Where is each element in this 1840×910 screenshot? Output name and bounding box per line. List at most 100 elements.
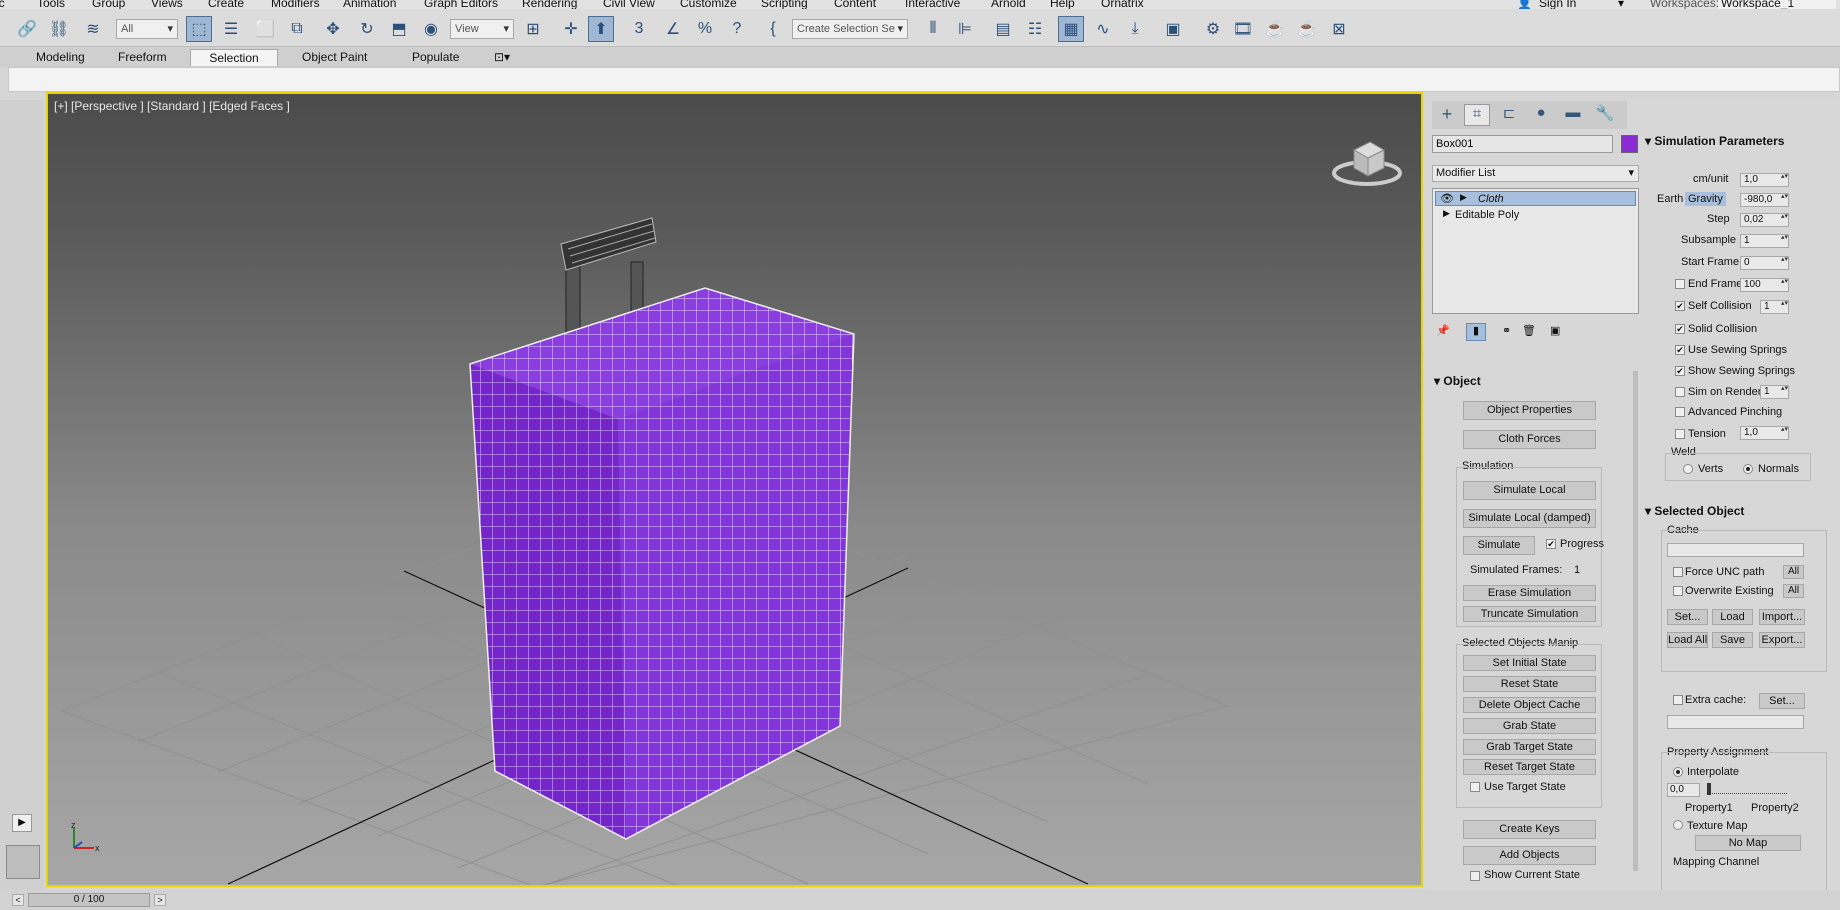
select-manipulate-icon[interactable]: ✛	[558, 16, 584, 42]
create-keys-button[interactable]: Create Keys	[1463, 820, 1596, 839]
object-properties-button[interactable]: Object Properties	[1463, 401, 1596, 420]
named-selection-dropdown[interactable]: Create Selection Se	[792, 19, 908, 39]
edit-named-selection-icon[interactable]: {	[760, 16, 786, 42]
render-production-icon[interactable]: ☕	[1262, 16, 1288, 42]
angle-snap-icon[interactable]: ∠	[660, 16, 686, 42]
modifier-list-dropdown[interactable]: Modifier List ▾	[1432, 165, 1639, 182]
trash-icon[interactable]: 🗑	[1522, 324, 1536, 337]
cache-load-all-button[interactable]: Load All	[1667, 632, 1708, 648]
step-spinner[interactable]: 0,02	[1740, 213, 1789, 227]
cache-import-button[interactable]: Import...	[1759, 609, 1805, 625]
delete-object-cache-button[interactable]: Delete Object Cache	[1463, 697, 1596, 713]
cache-save-button[interactable]: Save	[1712, 632, 1753, 648]
sim-on-render-checkbox[interactable]	[1675, 387, 1685, 397]
erase-simulation-button[interactable]: Erase Simulation	[1463, 585, 1596, 601]
texture-map-radio[interactable]	[1673, 820, 1683, 830]
render-active-icon[interactable]: ☕	[1294, 16, 1320, 42]
self-collision-spinner[interactable]: 1	[1760, 300, 1789, 314]
rendered-frame-window-icon[interactable]: 🎞	[1230, 16, 1256, 42]
tension-spinner[interactable]: 1,0	[1740, 426, 1789, 440]
self-collision-checkbox[interactable]: ✔	[1675, 301, 1685, 311]
cm-unit-spinner[interactable]: 1,0	[1740, 173, 1789, 187]
simulate-button[interactable]: Simulate	[1463, 536, 1535, 555]
simulate-local-button[interactable]: Simulate Local	[1463, 481, 1596, 500]
advanced-pinching-checkbox[interactable]	[1675, 407, 1685, 417]
menu-modifiers[interactable]: Modifiers	[271, 0, 320, 9]
move-icon[interactable]: ✥	[320, 16, 346, 42]
motion-tab-icon[interactable]: ●	[1528, 104, 1554, 126]
selection-filter-dropdown[interactable]: All	[116, 19, 178, 39]
eye-icon[interactable]: 👁	[1440, 192, 1454, 205]
menu-views[interactable]: Views	[151, 0, 183, 9]
select-by-name-icon[interactable]: ☰	[218, 16, 244, 42]
mirror-icon[interactable]: ⫴	[920, 16, 946, 42]
play-icon[interactable]: ▶	[12, 814, 32, 832]
overwrite-existing-checkbox[interactable]	[1673, 586, 1683, 596]
ribbon-toggle-icon[interactable]: ▦	[1058, 16, 1084, 42]
menu-create[interactable]: Create	[208, 0, 244, 9]
show-current-state-checkbox[interactable]	[1470, 871, 1480, 881]
set-initial-state-button[interactable]: Set Initial State	[1463, 655, 1596, 671]
use-sewing-springs-checkbox[interactable]: ✔	[1675, 345, 1685, 355]
window-crossing-icon[interactable]: ⧉	[284, 16, 310, 42]
cloth-forces-button[interactable]: Cloth Forces	[1463, 430, 1596, 449]
interpolate-slider[interactable]	[1707, 783, 1787, 795]
render-setup-icon[interactable]: ⚙	[1200, 16, 1226, 42]
pin-stack-icon[interactable]: 📌	[1436, 324, 1450, 337]
schematic-view-icon[interactable]: ⤓	[1122, 16, 1148, 42]
place-icon[interactable]: ◉	[418, 16, 444, 42]
overwrite-all-button[interactable]: All	[1783, 584, 1804, 598]
tab-freeform[interactable]: Freeform	[106, 49, 179, 66]
selected-object-title[interactable]: ▾ Selected Object	[1645, 504, 1744, 518]
show-end-result-icon[interactable]: ▮	[1466, 323, 1486, 341]
menu-item-edit[interactable]: ic	[0, 0, 5, 9]
interpolate-radio[interactable]	[1673, 767, 1683, 777]
reference-coordinate-dropdown[interactable]: View	[450, 19, 514, 39]
subsample-spinner[interactable]: 1	[1740, 234, 1789, 248]
tab-populate[interactable]: Populate	[400, 49, 471, 66]
configure-sets-icon[interactable]: ▣	[1550, 324, 1560, 337]
unlink-icon[interactable]: ⛓	[46, 16, 72, 42]
panel-scrollbar[interactable]	[1633, 371, 1638, 871]
modify-tab-icon[interactable]: ⌗	[1464, 104, 1490, 126]
time-prev-icon[interactable]: <	[12, 894, 24, 906]
menu-content[interactable]: Content	[834, 0, 876, 9]
menu-tools[interactable]: Tools	[37, 0, 65, 9]
viewcube-icon[interactable]	[1332, 132, 1402, 188]
object-name-field[interactable]	[1432, 135, 1613, 153]
time-slider[interactable]: 0 / 100	[28, 893, 150, 907]
spinner-snap-icon[interactable]: ?	[724, 16, 750, 42]
grab-state-button[interactable]: Grab State	[1463, 718, 1596, 734]
solid-collision-checkbox[interactable]: ✔	[1675, 324, 1685, 334]
menu-animation[interactable]: Animation	[343, 0, 396, 9]
make-unique-icon[interactable]: ⚭	[1502, 324, 1511, 337]
tab-object-paint[interactable]: Object Paint	[290, 49, 379, 66]
end-frame-checkbox[interactable]	[1675, 279, 1685, 289]
force-unc-all-button[interactable]: All	[1783, 565, 1804, 579]
rotate-icon[interactable]: ↻	[354, 16, 380, 42]
no-map-button[interactable]: No Map	[1695, 835, 1801, 851]
utilities-tab-icon[interactable]: 🔧	[1592, 104, 1618, 126]
menu-rendering[interactable]: Rendering	[522, 0, 577, 9]
expand-icon[interactable]: ▶	[1443, 208, 1450, 219]
end-frame-spinner[interactable]: 100	[1740, 278, 1789, 292]
progress-checkbox[interactable]: ✔	[1546, 539, 1556, 549]
perspective-viewport[interactable]: [+] [Perspective ] [Standard ] [Edged Fa…	[46, 92, 1423, 887]
menu-civil-view[interactable]: Civil View	[603, 0, 655, 9]
time-next-icon[interactable]: >	[154, 894, 166, 906]
object-rollout-title[interactable]: ▾ Object	[1434, 374, 1481, 388]
tension-checkbox[interactable]	[1675, 429, 1685, 439]
force-unc-checkbox[interactable]	[1673, 567, 1683, 577]
bind-space-warp-icon[interactable]: ≋	[80, 16, 106, 42]
menu-graph-editors[interactable]: Graph Editors	[424, 0, 498, 9]
start-frame-spinner[interactable]: 0	[1740, 256, 1789, 270]
tab-selection[interactable]: Selection	[190, 49, 278, 66]
earth-button[interactable]: Earth	[1657, 193, 1683, 205]
stack-item-cloth[interactable]: 👁 ▶ Cloth	[1435, 191, 1636, 206]
workspace-dropdown[interactable]: Workspace_1	[1718, 0, 1836, 9]
cache-export-button[interactable]: Export...	[1759, 632, 1805, 648]
display-tab-icon[interactable]: ▬	[1560, 104, 1586, 126]
gravity-toggle[interactable]: Gravity	[1685, 192, 1726, 206]
rectangular-selection-icon[interactable]: ⬜	[252, 16, 278, 42]
create-tab-icon[interactable]: +	[1434, 104, 1460, 126]
